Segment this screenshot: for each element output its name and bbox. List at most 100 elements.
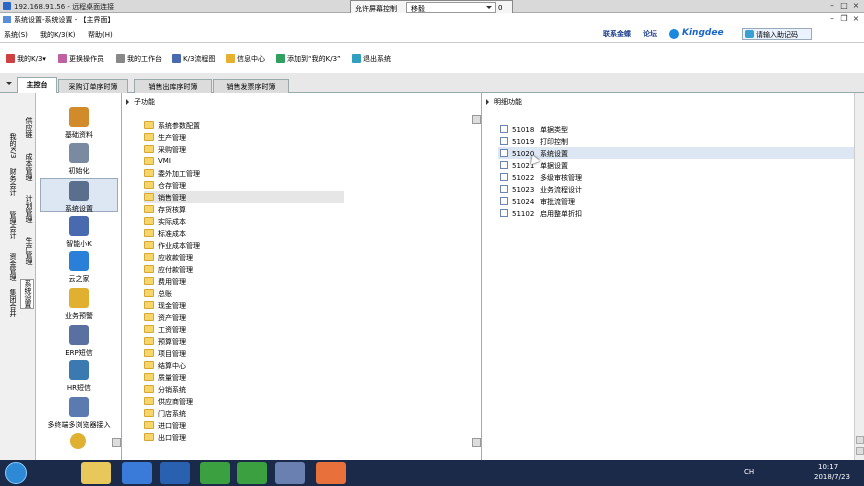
sub-function-item[interactable]: 应收款管理: [144, 251, 344, 263]
sub-function-item[interactable]: 项目管理: [144, 347, 344, 359]
detail-function-item[interactable]: 51018 单据类型: [498, 123, 864, 135]
vtab-production[interactable]: 生产管理: [20, 237, 34, 265]
vtab-system-settings[interactable]: 系统设置: [20, 279, 34, 309]
sub-function-item[interactable]: 出口管理: [144, 431, 344, 443]
toolbar-change-user[interactable]: 更换操作员: [58, 54, 104, 64]
nav-hr-sms[interactable]: HR短信: [40, 360, 118, 393]
sub-function-item[interactable]: 采购管理: [144, 143, 344, 155]
detail-function-item[interactable]: 51023 业务流程设计: [498, 183, 864, 195]
taskbar-app-button[interactable]: [122, 462, 152, 484]
sub-function-item[interactable]: 现金管理: [144, 299, 344, 311]
detail-function-item[interactable]: 51022 多级审核管理: [498, 171, 864, 183]
nav-erp-sms[interactable]: ERP短信: [40, 325, 118, 358]
close-icon[interactable]: ×: [850, 14, 862, 23]
vtab-finance[interactable]: 财务会计: [4, 168, 18, 196]
detail-function-item[interactable]: 51102 启用整单折扣: [498, 207, 864, 219]
vtab-my-k3[interactable]: 我的K/3: [4, 133, 18, 158]
nav-smart-k[interactable]: 智能小K: [40, 216, 118, 249]
tab-main-console[interactable]: 主控台: [17, 77, 57, 93]
sub-function-item[interactable]: 费用管理: [144, 275, 344, 287]
nav-initialize[interactable]: 初始化: [40, 143, 118, 176]
scroll-up-icon[interactable]: [856, 436, 864, 444]
sub-function-item[interactable]: 预算管理: [144, 335, 344, 347]
nav-business-alert[interactable]: 业务预警: [40, 288, 118, 321]
detail-function-item[interactable]: 51024 审批流管理: [498, 195, 864, 207]
toolbar-info-center[interactable]: 信息中心: [226, 54, 265, 64]
document-icon: [500, 149, 508, 157]
sub-function-item[interactable]: 供应商管理: [144, 395, 344, 407]
taskbar-ppt-button[interactable]: [316, 462, 346, 484]
detail-function-item[interactable]: 51020 系统设置: [498, 147, 864, 159]
share-mode-select[interactable]: 移毅: [406, 2, 496, 13]
sub-function-item[interactable]: 系统参数配置: [144, 119, 344, 131]
folder-icon: [144, 433, 154, 441]
minimize-icon[interactable]: –: [826, 1, 838, 10]
vtab-supply-chain[interactable]: 供应链: [20, 117, 34, 138]
nav-system-settings[interactable]: 系统设置: [40, 178, 118, 213]
tab-sales-invoices[interactable]: 销售发票序时簿: [213, 79, 289, 93]
detail-label: 审批流管理: [540, 198, 575, 206]
menu-help[interactable]: 帮助(H): [88, 30, 113, 40]
detail-label: 打印控制: [540, 138, 568, 146]
sub-function-item[interactable]: 进口管理: [144, 419, 344, 431]
toolbar-my-k3[interactable]: 我的K/3▾: [6, 54, 46, 64]
minimize-icon[interactable]: –: [826, 14, 838, 23]
tab-sales-outbound[interactable]: 销售出库序时簿: [134, 79, 212, 93]
restore-icon[interactable]: ❐: [838, 14, 850, 23]
tab-menu-chevron-icon[interactable]: [6, 82, 12, 88]
taskbar-explorer-button[interactable]: [81, 462, 111, 484]
sub-function-item[interactable]: VMI: [144, 155, 344, 167]
mnemonic-search-input[interactable]: 请输入助记码: [742, 28, 812, 40]
panel-scroll-up-icon[interactable]: [472, 115, 481, 124]
vtab-planning[interactable]: 计划管理: [20, 195, 34, 223]
sub-function-item[interactable]: 存货核算: [144, 203, 344, 215]
scroll-down-icon[interactable]: [856, 447, 864, 455]
menu-system[interactable]: 系统(S): [4, 30, 28, 40]
sub-function-item[interactable]: 应付款管理: [144, 263, 344, 275]
taskbar-c-app-button[interactable]: [200, 462, 230, 484]
nav-multi-terminal[interactable]: 多终端多浏览器接入: [40, 397, 118, 430]
sub-function-item[interactable]: 门店系统: [144, 407, 344, 419]
nav-basic-data[interactable]: 基础资料: [40, 107, 118, 140]
vtab-group-consolidation[interactable]: 集团合并: [4, 289, 18, 317]
sub-function-item[interactable]: 工资管理: [144, 323, 344, 335]
toolbar-exit[interactable]: 退出系统: [352, 54, 391, 64]
menu-my-k3[interactable]: 我的K/3(K): [40, 30, 75, 40]
taskbar-k3-button[interactable]: [275, 462, 305, 484]
forum-link[interactable]: 论坛: [643, 29, 657, 39]
sub-function-item[interactable]: 委外加工管理: [144, 167, 344, 179]
sub-function-item[interactable]: 资产管理: [144, 311, 344, 323]
sub-function-item[interactable]: 销售管理: [144, 191, 344, 203]
sub-function-item[interactable]: 仓存管理: [144, 179, 344, 191]
input-language[interactable]: CH: [744, 468, 754, 476]
sub-function-item[interactable]: 质量管理: [144, 371, 344, 383]
detail-function-item[interactable]: 51019 打印控制: [498, 135, 864, 147]
vtab-mgmt-accounting[interactable]: 管理会计: [4, 211, 18, 239]
sub-function-item[interactable]: 作业成本管理: [144, 239, 344, 251]
start-button[interactable]: [5, 462, 27, 484]
vtab-fund[interactable]: 资金管理: [4, 253, 18, 281]
toolbar-add-to-my-k3[interactable]: 添加到“我的K/3”: [276, 54, 341, 64]
sub-function-item[interactable]: 生产管理: [144, 131, 344, 143]
contact-kingdee-link[interactable]: 联系金蝶: [603, 29, 631, 39]
sub-function-item[interactable]: 分销系统: [144, 383, 344, 395]
tab-purchase-orders[interactable]: 采购订单序时簿: [58, 79, 128, 93]
sub-function-item[interactable]: 标准成本: [144, 227, 344, 239]
k3-app-icon: [3, 16, 11, 23]
toolbar-workbench[interactable]: 我的工作台: [116, 54, 162, 64]
sub-function-item[interactable]: 实际成本: [144, 215, 344, 227]
sub-function-label: VMI: [158, 157, 171, 165]
sub-function-item[interactable]: 总账: [144, 287, 344, 299]
taskbar-mail-button[interactable]: [160, 462, 190, 484]
nav-scroll-up-icon[interactable]: [112, 438, 121, 447]
window-vertical-scrollbar[interactable]: [854, 93, 864, 460]
detail-function-item[interactable]: 51021 单据设置: [498, 159, 864, 171]
nav-cloud-home[interactable]: 云之家: [40, 251, 118, 284]
panel-scroll-down-icon[interactable]: [472, 438, 481, 447]
maximize-icon[interactable]: □: [838, 1, 850, 10]
taskbar-c-app2-button[interactable]: [237, 462, 267, 484]
close-icon[interactable]: ×: [850, 1, 862, 10]
sub-function-item[interactable]: 结算中心: [144, 359, 344, 371]
vtab-cost[interactable]: 成本管理: [20, 153, 34, 181]
toolbar-flowchart[interactable]: K/3流程图: [172, 54, 215, 64]
